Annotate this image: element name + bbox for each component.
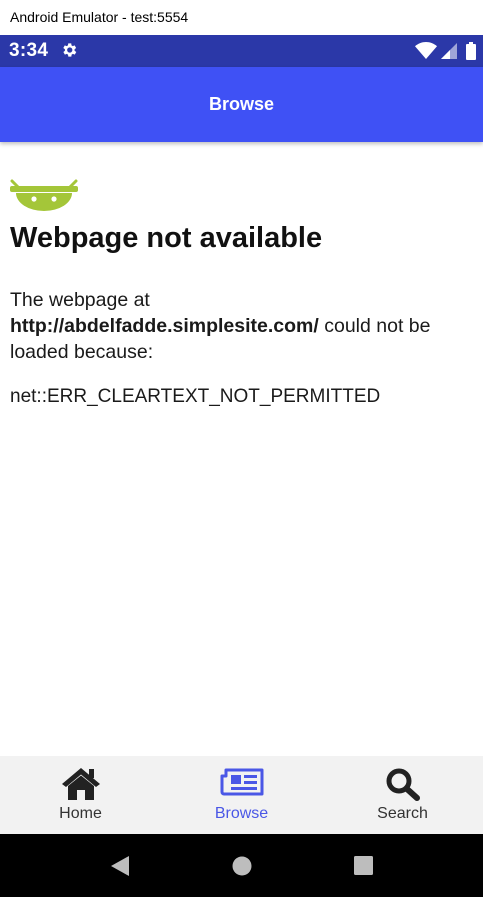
bottom-tab-bar: Home Browse Search bbox=[0, 756, 483, 834]
system-nav-bar bbox=[0, 834, 483, 897]
tab-home-label: Home bbox=[59, 805, 102, 822]
gear-icon bbox=[60, 41, 78, 64]
tab-browse-label: Browse bbox=[214, 805, 269, 822]
newspaper-icon bbox=[161, 767, 322, 797]
error-page: Webpage not available The webpage at htt… bbox=[0, 142, 483, 756]
window-title: Android Emulator - test:5554 bbox=[0, 0, 483, 35]
tab-browse[interactable]: Browse bbox=[161, 756, 322, 834]
status-bar: 3:34 bbox=[0, 35, 483, 67]
home-icon bbox=[0, 767, 161, 801]
tab-search[interactable]: Search bbox=[322, 756, 483, 834]
home-nav-icon[interactable] bbox=[232, 856, 252, 881]
battery-icon bbox=[466, 42, 476, 65]
signal-icon bbox=[441, 43, 457, 64]
error-title: Webpage not available bbox=[10, 222, 323, 254]
tab-search-label: Search bbox=[377, 805, 428, 822]
search-icon bbox=[322, 767, 483, 801]
error-url: http://abdelfadde.simplesite.com/ bbox=[10, 315, 319, 337]
app-bar: Browse bbox=[0, 67, 483, 142]
wifi-icon bbox=[415, 42, 437, 64]
back-icon[interactable] bbox=[109, 855, 131, 882]
error-code: net::ERR_CLEARTEXT_NOT_PERMITTED bbox=[10, 386, 381, 407]
android-robot-icon bbox=[10, 178, 78, 219]
recents-icon[interactable] bbox=[354, 856, 373, 880]
tab-home[interactable]: Home bbox=[0, 756, 161, 834]
status-time: 3:34 bbox=[9, 40, 49, 61]
error-message: The webpage at http://abdelfadde.simples… bbox=[10, 287, 475, 365]
error-message-prefix: The webpage at bbox=[10, 289, 150, 311]
page-title: Browse bbox=[208, 94, 275, 114]
